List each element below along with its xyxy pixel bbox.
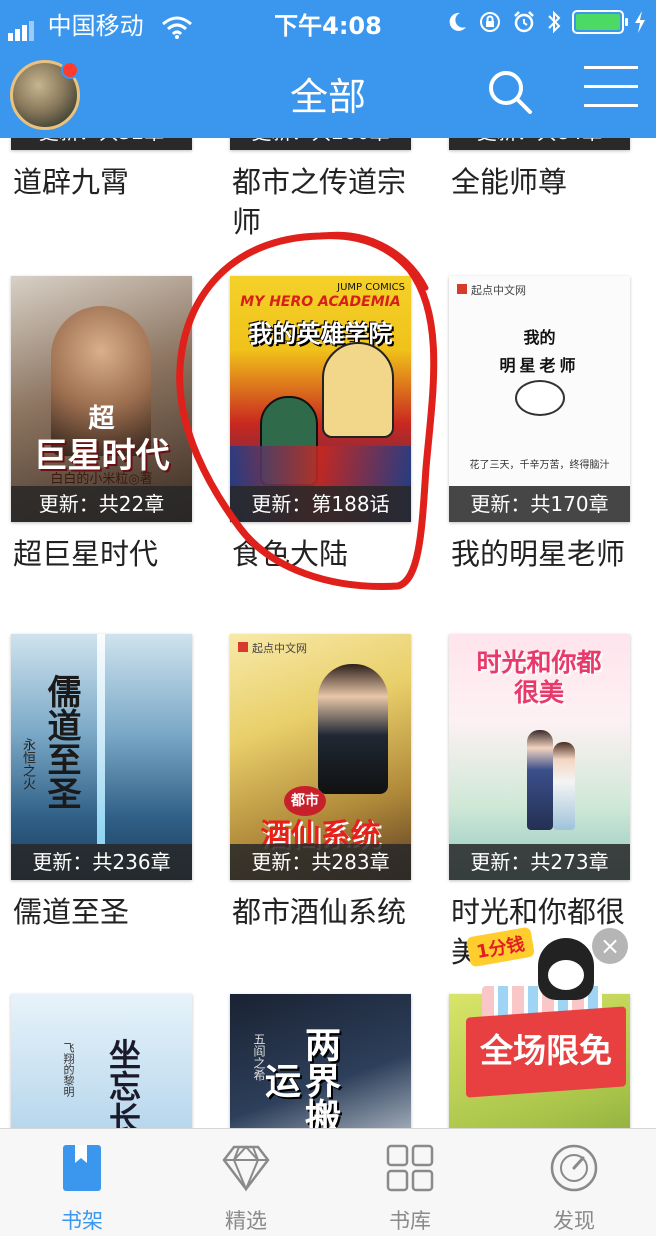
compass-icon — [550, 1144, 598, 1192]
book-cover[interactable]: 更新：共200章 — [230, 138, 411, 150]
cover-title: 坐忘长生 — [104, 1038, 142, 1128]
tab-discover[interactable]: 发现 — [492, 1129, 656, 1236]
update-badge: 更新：共200章 — [230, 138, 411, 150]
tab-bookshelf[interactable]: 书架 — [0, 1129, 164, 1236]
page-title: 全部 — [289, 75, 366, 119]
penguin-mascot-icon — [538, 938, 594, 1000]
bookshelf-icon — [63, 1145, 101, 1191]
book-cover[interactable]: JUMP COMICS MY HERO ACADEMIA 我的英雄学院 更新：第… — [230, 276, 411, 522]
update-badge: 更新：共236章 — [11, 844, 192, 880]
diamond-icon — [222, 1145, 270, 1192]
cover-cn-title: 我的英雄学院 — [248, 319, 393, 348]
update-badge: 更新：共273章 — [449, 844, 630, 880]
book-cover[interactable]: 儒道至圣 永恒之火 更新：共236章 — [11, 634, 192, 880]
charging-icon — [635, 11, 645, 33]
cover-title-2: 明星老师 — [499, 356, 580, 375]
book-cover[interactable]: 时光和你都很美 更新：共273章 — [449, 634, 630, 880]
promo-text: 全场限免 — [480, 1031, 612, 1070]
cover-title-1: 我的 — [523, 328, 556, 347]
book-cover[interactable]: 坐忘长生 飞翔的黎明 — [11, 994, 192, 1128]
cover-brand: 起点中文网 — [252, 642, 307, 655]
grid-icon — [386, 1144, 434, 1192]
update-badge: 更新：共32章 — [11, 138, 192, 150]
nav-bar: 全部 — [0, 44, 656, 138]
book-cover[interactable]: 更新：共32章 — [11, 138, 192, 150]
tab-label: 书库 — [389, 1209, 431, 1233]
close-icon[interactable]: × — [592, 928, 628, 964]
top-bar: 中国移动 下午4:08 全部 — [0, 0, 656, 138]
tab-bar: 书架 精选 书库 发现 — [0, 1128, 656, 1236]
tab-label: 书架 — [61, 1209, 103, 1233]
cover-brand: 起点中文网 — [471, 284, 526, 297]
tab-label: 发现 — [553, 1209, 595, 1233]
book-title[interactable]: 全能师尊 — [451, 162, 637, 202]
book-cover[interactable]: 起点中文网 都市 酒仙系统 更新：共283章 — [230, 634, 411, 880]
cover-author: 白白的小米粒◎著 — [50, 472, 153, 487]
menu-icon[interactable] — [584, 66, 640, 116]
book-title[interactable]: 道辟九霄 — [13, 162, 199, 202]
search-icon[interactable] — [486, 68, 534, 116]
cover-title: 两界搬运 — [259, 1026, 341, 1128]
book-cover[interactable]: 超 巨星时代 白白的小米粒◎著 更新：共22章 — [11, 276, 192, 522]
book-title[interactable]: 食色大陆 — [232, 534, 418, 574]
update-badge: 更新：共283章 — [230, 844, 411, 880]
tab-featured[interactable]: 精选 — [164, 1129, 328, 1236]
promo-price-tag: 1分钱 — [465, 926, 535, 968]
promo-banner[interactable]: 全场限免 1分钱 × — [462, 926, 630, 1098]
cover-publisher: JUMP COMICS — [337, 282, 405, 293]
cover-en-title: MY HERO ACADEMIA — [240, 294, 401, 310]
tab-library[interactable]: 书库 — [328, 1129, 492, 1236]
cover-author: 永恒之火 — [20, 738, 35, 790]
bluetooth-icon — [548, 10, 561, 34]
update-badge: 更新：第188话 — [230, 486, 411, 522]
status-right-group — [446, 8, 646, 36]
cover-blurb: 花了三天，千辛万苦，终得脑汁 — [469, 460, 610, 471]
book-title[interactable]: 超巨星时代 — [13, 534, 199, 574]
book-title[interactable]: 儒道至圣 — [13, 892, 199, 932]
cover-title: 时光和你都很美 — [476, 648, 602, 707]
book-cover[interactable]: 起点中文网 我的 明星老师 花了三天，千辛万苦，终得脑汁 更新：共170章 — [449, 276, 630, 522]
alarm-icon — [514, 11, 534, 33]
battery-icon — [572, 10, 628, 34]
update-badge: 更新：共170章 — [449, 486, 630, 522]
cover-author: 飞翔的黎明 — [62, 1041, 75, 1097]
cover-title: 儒道至圣 — [41, 674, 81, 810]
rotation-lock-icon — [480, 12, 500, 32]
moon-icon — [449, 12, 466, 31]
status-bar: 中国移动 下午4:08 — [0, 0, 656, 44]
cover-tag: 都市 — [291, 793, 319, 809]
book-title[interactable]: 都市酒仙系统 — [232, 892, 418, 932]
book-cover[interactable]: 两界搬运 五阎之希 — [230, 994, 411, 1128]
tab-label: 精选 — [225, 1209, 267, 1233]
cover-author: 五阎之希 — [252, 1033, 266, 1081]
book-title[interactable]: 都市之传道宗师 — [232, 162, 418, 242]
update-badge: 更新：共84章 — [449, 138, 630, 150]
book-cover[interactable]: 更新：共84章 — [449, 138, 630, 150]
update-badge: 更新：共22章 — [11, 486, 192, 522]
book-title[interactable]: 我的明星老师 — [451, 534, 637, 574]
